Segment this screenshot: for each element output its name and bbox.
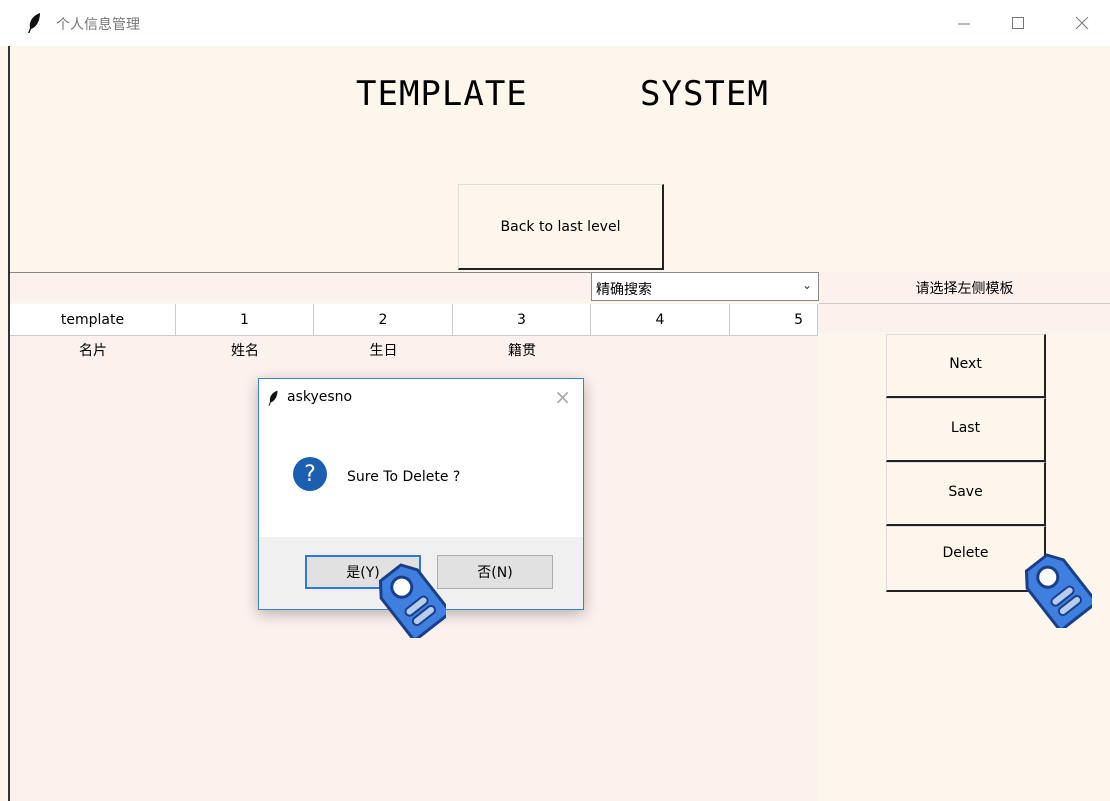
dialog-close-icon[interactable]: × — [554, 385, 571, 409]
table-cell — [730, 340, 818, 362]
last-label: Last — [950, 419, 981, 436]
header-col-4[interactable]: 4 — [591, 304, 730, 335]
header-col-5[interactable]: 5 — [730, 304, 818, 335]
header-template[interactable]: template — [10, 304, 176, 335]
save-label: Save — [948, 483, 983, 500]
search-mode-value: 精确搜索 — [596, 282, 652, 298]
heading-template: TEMPLATE — [356, 74, 528, 114]
last-button[interactable]: Last — [886, 398, 1046, 462]
close-icon — [1075, 16, 1089, 30]
table-cell: 籍贯 — [508, 343, 536, 359]
feather-icon — [28, 13, 40, 33]
no-button[interactable]: 否(N) — [437, 555, 553, 589]
maximize-icon — [1012, 17, 1024, 29]
search-mode-select[interactable]: 精确搜索 ⌄ — [591, 272, 819, 301]
close-button[interactable] — [1062, 8, 1102, 38]
table-cell: 生日 — [369, 343, 398, 359]
back-to-last-level-button[interactable]: Back to last level — [458, 184, 664, 270]
dialog-message: Sure To Delete ? — [347, 469, 461, 485]
table-cell: 名片 — [79, 343, 107, 359]
delete-label: Delete — [942, 544, 989, 561]
minimize-icon — [958, 23, 970, 25]
minimize-button[interactable] — [944, 8, 984, 38]
window-title: 个人信息管理 — [56, 17, 140, 33]
maximize-button[interactable] — [998, 8, 1038, 38]
save-button[interactable]: Save — [886, 462, 1046, 526]
next-button[interactable]: Next — [886, 334, 1046, 398]
tag-cursor-icon — [1024, 553, 1092, 628]
search-input[interactable] — [10, 272, 591, 300]
feather-icon — [268, 390, 278, 406]
table-cell: 姓名 — [231, 343, 259, 359]
question-icon: ? — [293, 457, 327, 491]
table-header: template 1 2 3 4 5 — [10, 304, 818, 336]
select-template-hint: 请选择左侧模板 — [819, 272, 1110, 304]
header-col-1[interactable]: 1 — [176, 304, 314, 335]
tag-cursor-icon — [378, 563, 446, 638]
heading-system: SYSTEM — [640, 74, 769, 114]
header-col-2[interactable]: 2 — [314, 304, 453, 335]
table-cell — [591, 340, 730, 362]
next-label: Next — [949, 355, 982, 372]
header-col-3[interactable]: 3 — [453, 304, 591, 335]
title-bar: 个人信息管理 — [0, 0, 1110, 46]
table-row[interactable]: 名片 姓名 生日 籍贯 — [10, 340, 818, 362]
dialog-title: askyesno — [287, 389, 353, 405]
header-padding — [818, 304, 1110, 332]
chevron-down-icon: ⌄ — [801, 278, 812, 292]
main-window: 个人信息管理 TEMPLATE SYSTEM Back to last leve… — [0, 0, 1110, 801]
